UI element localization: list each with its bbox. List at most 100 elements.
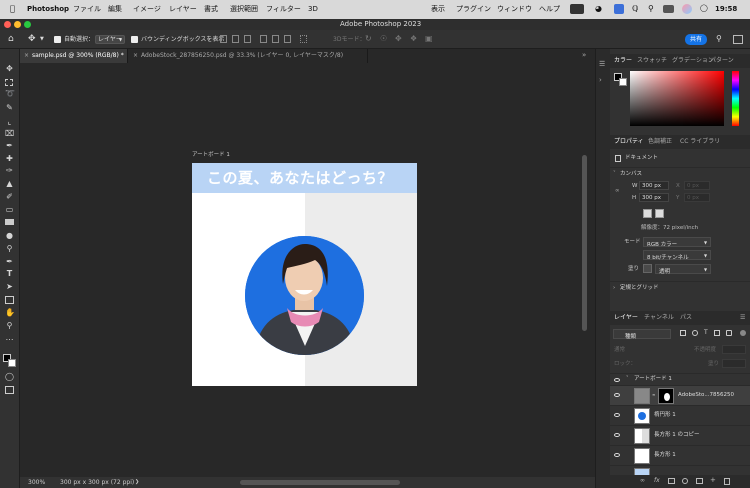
- fill-opacity-input[interactable]: [722, 359, 746, 368]
- auto-select-checkbox[interactable]: [54, 36, 61, 43]
- eyedropper-tool-icon[interactable]: ✒: [5, 142, 14, 150]
- quick-mask-icon[interactable]: ◯: [5, 373, 14, 381]
- 3d-orbit-icon[interactable]: ↻: [365, 35, 372, 43]
- layer-style-icon[interactable]: fx: [654, 478, 660, 484]
- link-dimensions-icon[interactable]: ∞: [615, 188, 620, 195]
- rectangle-tool-icon[interactable]: [5, 296, 14, 304]
- siri-icon[interactable]: [682, 4, 692, 14]
- layer-filter-dropdown[interactable]: 種類: [613, 329, 671, 340]
- wifi-icon[interactable]: ◕: [595, 5, 602, 13]
- align-top-icon[interactable]: [260, 35, 267, 43]
- close-window-button[interactable]: [4, 21, 11, 28]
- layer-row-rect-copy[interactable]: 長方形 1 のコピー: [610, 425, 750, 445]
- close-tab-icon[interactable]: ×: [133, 53, 138, 59]
- visibility-eye-icon[interactable]: [614, 393, 620, 397]
- chevron-right-icon[interactable]: ›: [613, 285, 615, 292]
- share-button[interactable]: 共有: [685, 34, 707, 45]
- pen-tool-icon[interactable]: ✒: [5, 258, 14, 266]
- adjustment-layer-icon[interactable]: [682, 478, 688, 484]
- menu-3d[interactable]: 3D: [308, 6, 318, 13]
- canvas-area[interactable]: アートボード 1 この夏、あなたはどっち？: [20, 63, 577, 477]
- tab-channels[interactable]: チャンネル: [644, 315, 674, 321]
- menu-select[interactable]: 選択範囲: [230, 6, 258, 13]
- menu-filter[interactable]: フィルター: [266, 6, 301, 13]
- align-left-icon[interactable]: [220, 35, 227, 43]
- tab-pattern[interactable]: パターン: [710, 58, 734, 64]
- fill-dropdown[interactable]: 透明 ▼: [655, 264, 711, 275]
- layers-panel-menu-icon[interactable]: ☰: [740, 315, 745, 321]
- marquee-tool-icon[interactable]: [5, 79, 13, 86]
- color-mode-dropdown[interactable]: RGB カラー ▼: [643, 237, 711, 248]
- new-layer-icon[interactable]: +: [710, 477, 716, 484]
- tab-gradient[interactable]: グラデーション: [672, 58, 714, 64]
- chevron-down-icon[interactable]: ˇ: [626, 377, 629, 382]
- tab-paths[interactable]: パス: [680, 315, 692, 321]
- frame-tool-icon[interactable]: ⌧: [5, 130, 14, 138]
- bluetooth-icon[interactable]: ℚ: [632, 5, 638, 13]
- path-selection-tool-icon[interactable]: ➤: [5, 283, 14, 291]
- bounding-box-checkbox[interactable]: [131, 36, 138, 43]
- artboard-name-label[interactable]: アートボード 1: [192, 152, 230, 159]
- home-icon[interactable]: ⌂: [8, 35, 14, 44]
- type-tool-icon[interactable]: T: [5, 270, 14, 278]
- status-chevron-icon[interactable]: ❯: [135, 480, 139, 485]
- rulers-grid-section-title[interactable]: 定規とグリッド: [620, 285, 659, 292]
- link-icon[interactable]: ∞: [652, 393, 655, 397]
- crop-tool-icon[interactable]: ⌞: [5, 118, 14, 126]
- horizontal-scrollbar-thumb[interactable]: [240, 480, 400, 485]
- menu-file[interactable]: ファイル: [73, 6, 101, 13]
- zoom-tool-icon[interactable]: ⚲: [5, 322, 14, 330]
- auto-select-dropdown[interactable]: レイヤー ▼: [95, 35, 125, 44]
- menu-image[interactable]: イメージ: [133, 6, 161, 13]
- lasso-tool-icon[interactable]: ➰: [5, 90, 15, 98]
- landscape-orientation-icon[interactable]: [655, 209, 664, 218]
- filter-pixel-icon[interactable]: [680, 330, 686, 336]
- control-center-icon[interactable]: [663, 5, 674, 13]
- menu-plugins[interactable]: プラグイン: [456, 6, 491, 13]
- layer-name[interactable]: 長方形 1: [654, 452, 676, 459]
- layer-name[interactable]: 楕円形 1: [654, 412, 676, 419]
- fill-swatch[interactable]: [643, 264, 652, 273]
- minimize-window-button[interactable]: [14, 21, 21, 28]
- zoom-level[interactable]: 300%: [28, 480, 45, 486]
- trash-icon[interactable]: [724, 478, 730, 485]
- background-color-chip[interactable]: [619, 78, 627, 86]
- collapse-icon[interactable]: ›: [599, 77, 602, 84]
- align-center-icon[interactable]: [232, 35, 239, 43]
- opacity-input[interactable]: [722, 345, 746, 354]
- eraser-tool-icon[interactable]: ▭: [5, 206, 14, 214]
- layer-row-artboard[interactable]: ˇ アートボード 1: [610, 373, 750, 385]
- visibility-eye-icon[interactable]: [614, 378, 620, 382]
- bit-depth-dropdown[interactable]: 8 bit/チャンネル ▼: [643, 250, 711, 261]
- search-icon[interactable]: ⚲: [648, 5, 654, 13]
- link-layers-icon[interactable]: ∞: [640, 478, 645, 484]
- filter-type-icon[interactable]: T: [704, 330, 708, 336]
- layer-name[interactable]: AdobeSto...7856250: [678, 392, 734, 399]
- 3d-scale-icon[interactable]: ▣: [425, 35, 433, 43]
- tab-adjustments[interactable]: 色調補正: [648, 139, 672, 145]
- menu-layer[interactable]: レイヤー: [169, 6, 197, 13]
- blur-tool-icon[interactable]: ●: [5, 232, 14, 240]
- visibility-eye-icon[interactable]: [614, 453, 620, 457]
- apple-icon[interactable]: : [10, 5, 15, 13]
- tab-layers[interactable]: レイヤー: [614, 315, 638, 321]
- app-menu[interactable]: Photoshop: [27, 6, 69, 13]
- artboard[interactable]: この夏、あなたはどっち？: [192, 163, 417, 386]
- stamp-tool-icon[interactable]: ▲: [5, 180, 14, 188]
- tab-sample-psd[interactable]: × sample.psd @ 300% (RGB/8) *: [20, 49, 128, 63]
- chevron-down-icon[interactable]: ˇ: [613, 171, 616, 178]
- object-selection-tool-icon[interactable]: ✎: [5, 104, 14, 112]
- filter-adjustment-icon[interactable]: [692, 330, 698, 336]
- layer-row-adobestock[interactable]: ∞ AdobeSto...7856250: [610, 385, 750, 405]
- height-input[interactable]: 300 px: [639, 193, 669, 202]
- tab-cc-libraries[interactable]: CC ライブラリ: [680, 139, 720, 145]
- filter-shape-icon[interactable]: [714, 330, 720, 336]
- align-bottom-icon[interactable]: [284, 35, 291, 43]
- layer-row-ellipse[interactable]: 楕円形 1: [610, 405, 750, 425]
- hand-tool-icon[interactable]: ✋: [5, 309, 15, 317]
- blend-mode-dropdown[interactable]: 通常: [614, 347, 625, 354]
- workspace-icon[interactable]: [733, 35, 743, 44]
- close-tab-icon[interactable]: ×: [24, 53, 29, 59]
- tab-properties[interactable]: プロパティ: [614, 139, 644, 145]
- portrait-orientation-icon[interactable]: [643, 209, 652, 218]
